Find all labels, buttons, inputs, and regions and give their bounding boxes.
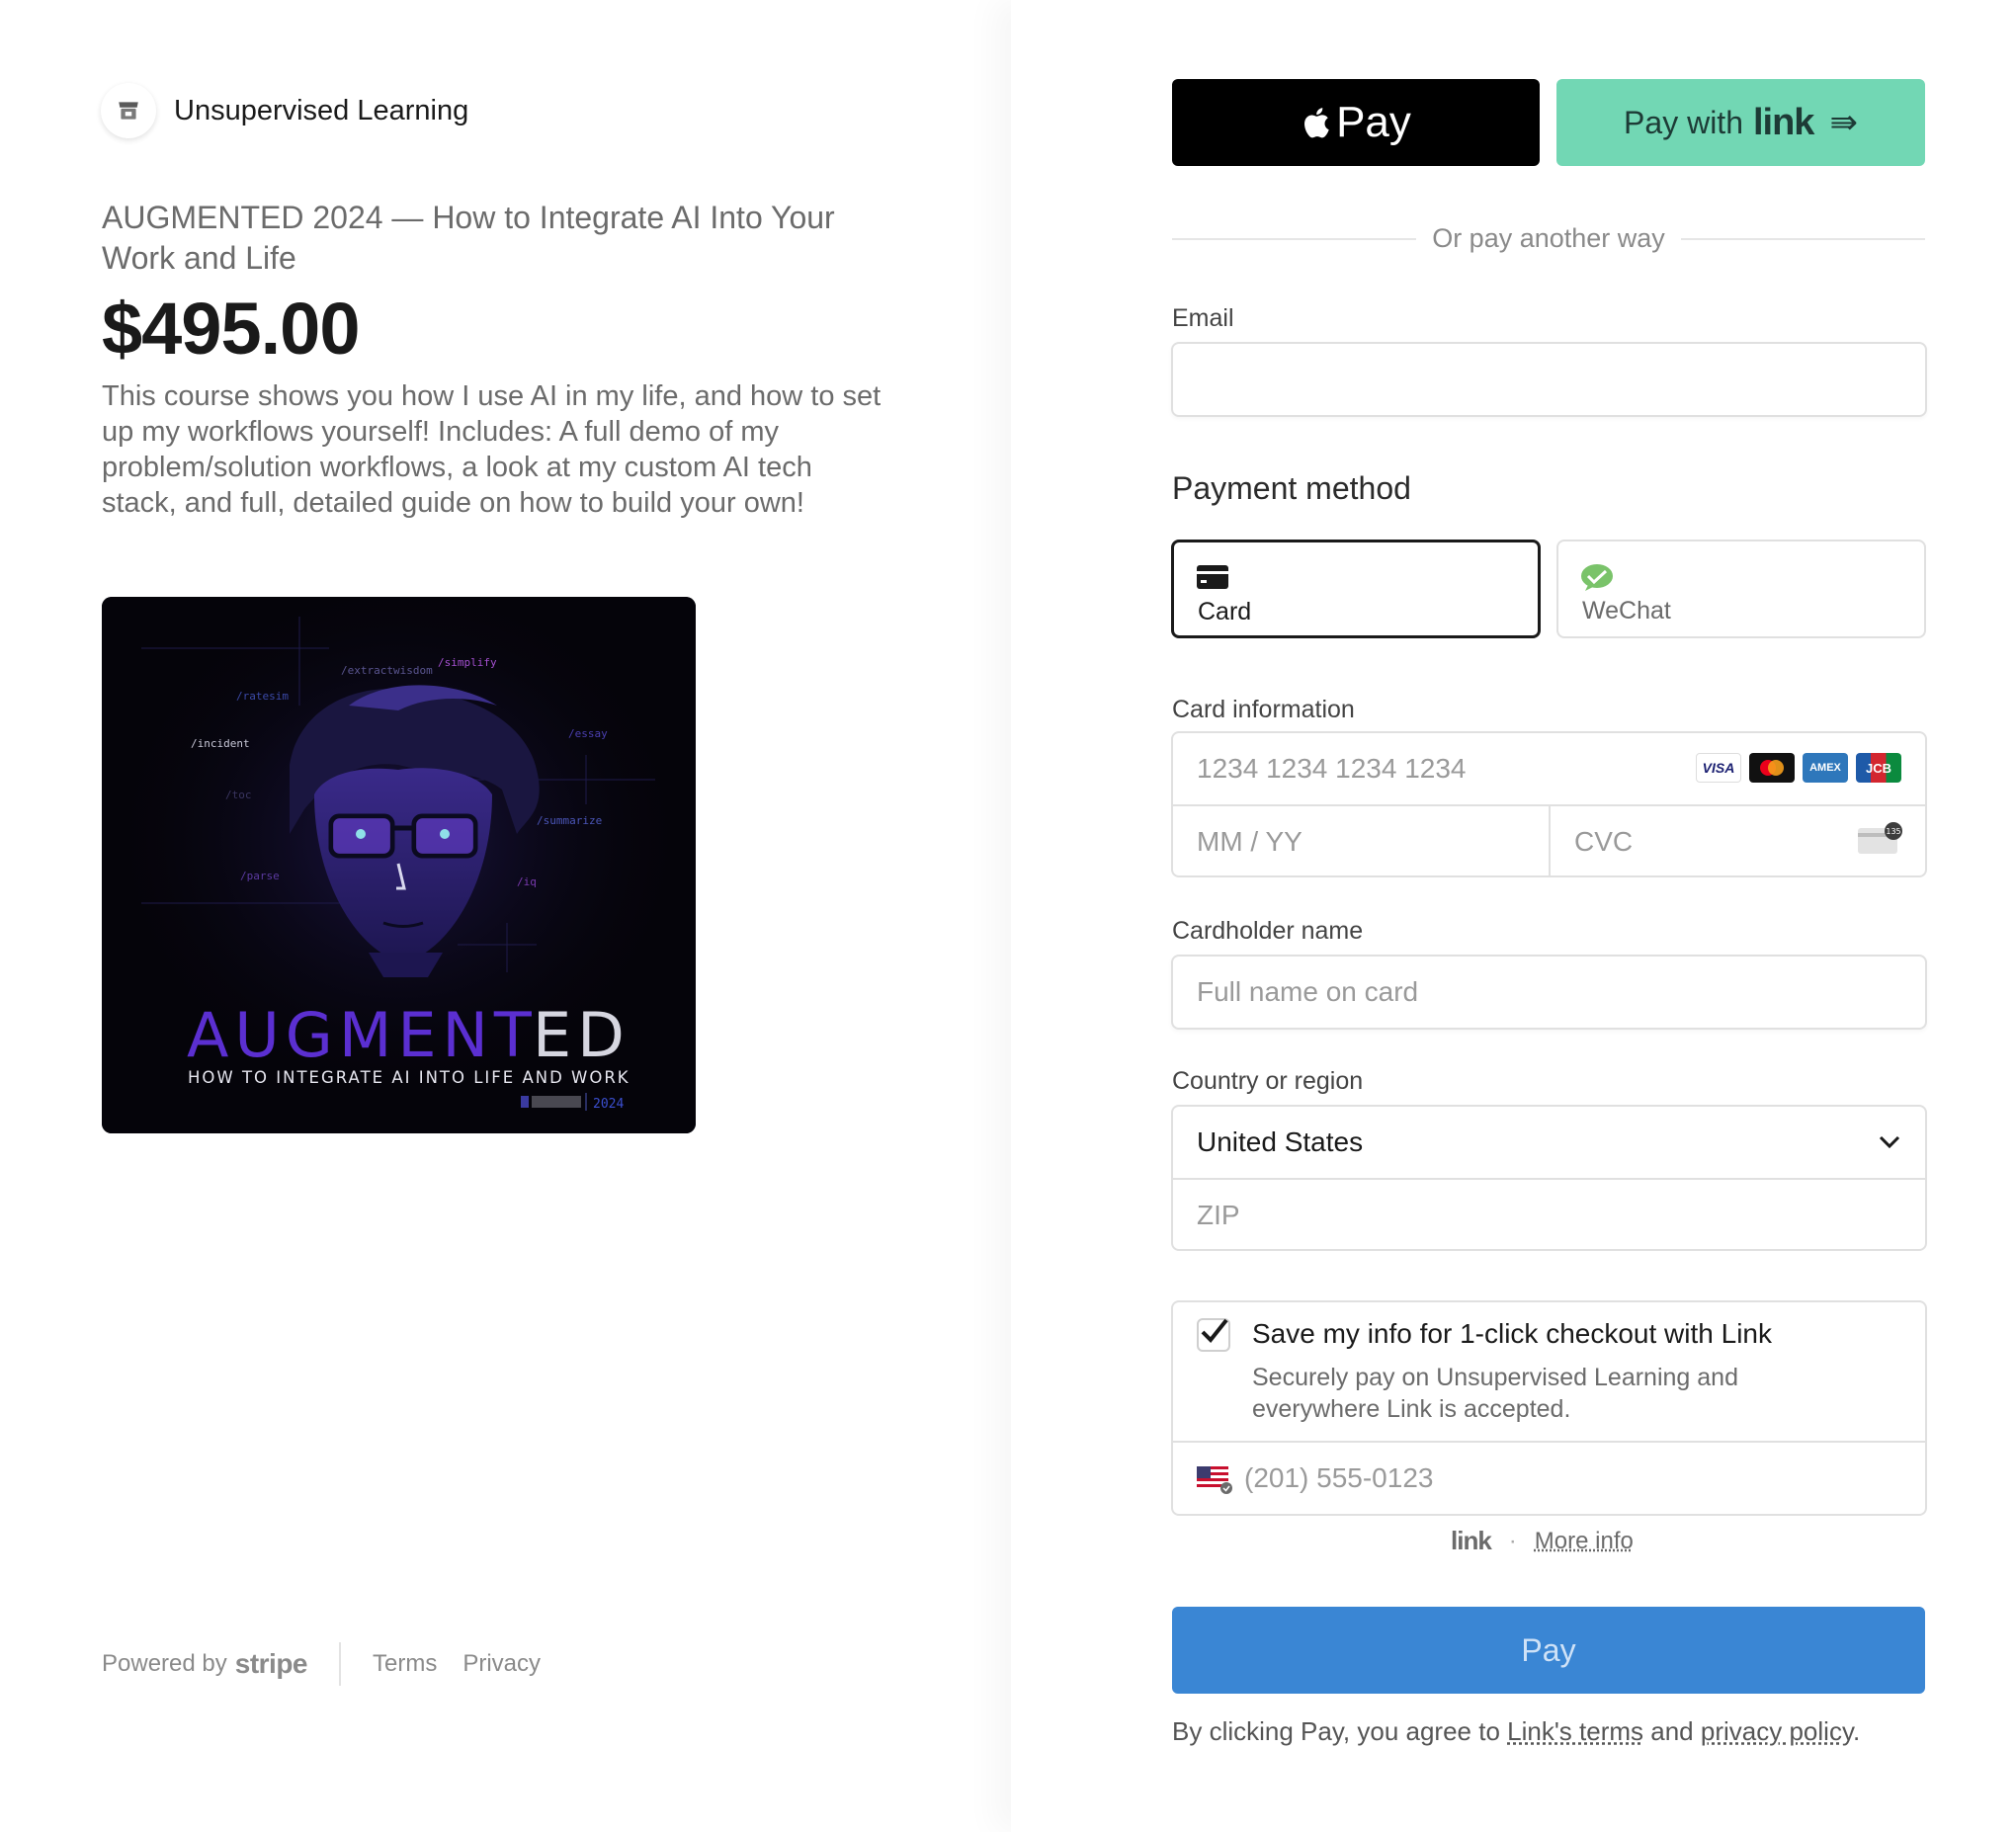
terms-text: By clicking Pay, you agree to Link's ter… bbox=[1172, 1716, 1860, 1747]
country-select[interactable]: United States bbox=[1173, 1107, 1925, 1178]
svg-text:/iq: /iq bbox=[517, 875, 537, 888]
cover-logo-mark bbox=[532, 1096, 581, 1108]
svg-text:/incident: /incident bbox=[191, 737, 250, 750]
divider-rule bbox=[1680, 237, 1925, 240]
powered-by-text: Powered by bbox=[102, 1650, 227, 1677]
country-selected-value: United States bbox=[1197, 1126, 1364, 1157]
save-info-subtitle: Securely pay on Unsupervised Learning an… bbox=[1252, 1364, 1738, 1423]
card-number-placeholder: 1234 1234 1234 1234 bbox=[1197, 753, 1467, 784]
cvc-card-icon: 135 bbox=[1858, 822, 1902, 854]
link-info-row: link · More info bbox=[1451, 1526, 1634, 1556]
pay-button[interactable]: Pay bbox=[1172, 1607, 1925, 1694]
link-arrow-icon: ⇛ bbox=[1829, 104, 1858, 141]
terms-link[interactable]: Terms bbox=[373, 1650, 437, 1678]
cover-year: 2024 bbox=[593, 1097, 624, 1112]
product-description: This course shows you how I use AI in my… bbox=[102, 380, 882, 519]
svg-text:/toc: /toc bbox=[225, 789, 252, 801]
country-label: Country or region bbox=[1172, 1067, 1364, 1095]
card-cvc-input[interactable]: CVC 135 bbox=[1551, 806, 1927, 877]
visa-icon: VISA bbox=[1696, 753, 1741, 783]
product-name: AUGMENTED 2024 — How to Integrate AI Int… bbox=[102, 200, 835, 276]
link-logo: link bbox=[1752, 101, 1814, 143]
chevron-down-icon bbox=[1879, 1135, 1900, 1149]
wechat-icon bbox=[1581, 564, 1613, 591]
email-field[interactable] bbox=[1171, 342, 1927, 417]
svg-text:/parse: /parse bbox=[240, 870, 280, 882]
payment-panel bbox=[1011, 0, 2016, 1832]
mastercard-icon bbox=[1749, 753, 1795, 783]
stripe-logo[interactable]: stripe bbox=[235, 1648, 308, 1680]
save-info-checkbox[interactable] bbox=[1197, 1318, 1230, 1352]
link-pay-prefix: Pay with bbox=[1624, 104, 1743, 140]
jcb-icon: JCB bbox=[1856, 753, 1901, 783]
product-price: $495.00 bbox=[102, 288, 360, 370]
card-expiry-placeholder: MM / YY bbox=[1197, 826, 1302, 857]
card-number-input[interactable]: 1234 1234 1234 1234 VISA AMEX JCB bbox=[1173, 733, 1925, 804]
card-information-group: 1234 1234 1234 1234 VISA AMEX JCB MM / Y… bbox=[1171, 731, 1927, 877]
link-terms-link[interactable]: Link's terms bbox=[1507, 1716, 1643, 1746]
apple-pay-button[interactable]: Pay bbox=[1172, 79, 1540, 166]
merchant-header[interactable]: Unsupervised Learning bbox=[101, 83, 468, 138]
card-brands: VISA AMEX JCB bbox=[1688, 753, 1901, 783]
store-icon bbox=[101, 83, 156, 138]
phone-placeholder: (201) 555-0123 bbox=[1244, 1462, 1434, 1493]
terms-prefix: By clicking Pay, you agree to bbox=[1172, 1716, 1500, 1746]
svg-text:/ratesim: /ratesim bbox=[236, 690, 289, 703]
terms-suffix: . bbox=[1853, 1716, 1861, 1746]
privacy-policy-link[interactable]: privacy policy bbox=[1701, 1716, 1853, 1746]
card-information-label: Card information bbox=[1172, 696, 1355, 723]
terms-and: and bbox=[1650, 1716, 1694, 1746]
privacy-link[interactable]: Privacy bbox=[462, 1650, 541, 1678]
card-icon bbox=[1197, 565, 1228, 589]
checkmark-icon bbox=[1201, 1318, 1228, 1343]
more-info-link[interactable]: More info bbox=[1535, 1528, 1634, 1555]
cardholder-name-placeholder: Full name on card bbox=[1197, 976, 1419, 1007]
footer-divider bbox=[339, 1642, 341, 1686]
country-zip-group: United States ZIP bbox=[1171, 1105, 1927, 1251]
cover-title-part1: AUGMENT bbox=[187, 999, 538, 1071]
payment-option-card-label: Card bbox=[1198, 598, 1252, 625]
merchant-name: Unsupervised Learning bbox=[174, 94, 469, 126]
card-expiry-input[interactable]: MM / YY bbox=[1173, 806, 1549, 877]
apple-pay-label: Pay bbox=[1336, 98, 1411, 146]
save-info-title: Save my info for 1-click checkout with L… bbox=[1252, 1318, 1772, 1349]
amex-icon: AMEX bbox=[1803, 753, 1848, 783]
or-divider-text: Or pay another way bbox=[1432, 223, 1665, 253]
product-image: /extractwisdom /simplify /ratesim /incid… bbox=[102, 597, 696, 1133]
card-cvc-placeholder: CVC bbox=[1574, 826, 1634, 857]
cardholder-name-field[interactable]: Full name on card bbox=[1171, 955, 1927, 1030]
cover-title-part2: ED bbox=[533, 999, 630, 1071]
us-flag-icon bbox=[1197, 1466, 1232, 1494]
separator-dot: · bbox=[1508, 1527, 1517, 1554]
divider-rule bbox=[1172, 237, 1417, 240]
phone-input[interactable]: (201) 555-0123 bbox=[1173, 1443, 1925, 1516]
cardholder-name-label: Cardholder name bbox=[1172, 917, 1364, 945]
svg-text:/extractwisdom: /extractwisdom bbox=[341, 664, 433, 677]
augmented-cover-art: /extractwisdom /simplify /ratesim /incid… bbox=[102, 597, 696, 1133]
cvc-badge-text: 135 bbox=[1886, 827, 1900, 836]
svg-text:/simplify: /simplify bbox=[438, 656, 497, 669]
footer: Powered by stripe Terms Privacy bbox=[102, 1642, 566, 1686]
zip-placeholder: ZIP bbox=[1197, 1200, 1240, 1230]
email-label: Email bbox=[1172, 304, 1234, 332]
payment-option-wechat-label: WeChat bbox=[1582, 597, 1671, 625]
payment-option-wechat[interactable]: WeChat bbox=[1556, 540, 1926, 638]
link-save-box: Save my info for 1-click checkout with L… bbox=[1171, 1300, 1927, 1516]
payment-method-title: Payment method bbox=[1172, 470, 1411, 506]
or-divider: Or pay another way bbox=[1172, 223, 1925, 254]
link-pay-button[interactable]: Pay with link ⇛ bbox=[1556, 79, 1925, 166]
cover-subtitle: HOW TO INTEGRATE AI INTO LIFE AND WORK bbox=[188, 1068, 630, 1087]
svg-text:/essay: /essay bbox=[568, 727, 608, 740]
apple-icon bbox=[1304, 108, 1329, 138]
order-summary-panel: Unsupervised Learning AUGMENTED 2024 — H… bbox=[0, 0, 1011, 1832]
payment-option-card[interactable]: Card bbox=[1171, 540, 1541, 638]
svg-text:/summarize: /summarize bbox=[537, 814, 602, 827]
zip-input[interactable]: ZIP bbox=[1173, 1180, 1925, 1251]
link-logo-small: link bbox=[1451, 1526, 1492, 1555]
